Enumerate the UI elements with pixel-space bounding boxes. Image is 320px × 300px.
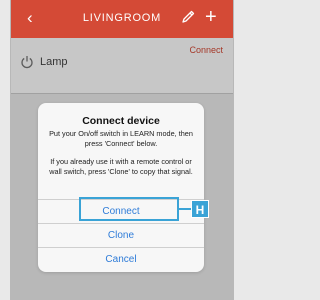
clone-button[interactable]: Clone: [38, 223, 204, 247]
page-title: LIVINGROOM: [82, 12, 162, 24]
dialog-message-clone: If you already use it with a remote cont…: [49, 157, 193, 176]
cancel-button[interactable]: Cancel: [38, 247, 204, 271]
connect-highlight-box: [79, 197, 179, 221]
callout-connector: [179, 208, 191, 210]
top-bar: ‹ LIVINGROOM +: [11, 0, 233, 38]
dialog-title: Connect device: [82, 115, 160, 127]
dialog-message: Put your On/off switch in LEARN mode, th…: [44, 129, 198, 176]
dialog-message-learn: Put your On/off switch in LEARN mode, th…: [49, 129, 193, 148]
plus-icon[interactable]: +: [205, 6, 217, 28]
connect-device-dialog: Connect device Put your On/off switch in…: [38, 103, 204, 272]
callout-label: H: [191, 200, 209, 218]
pencil-icon[interactable]: [181, 9, 195, 25]
